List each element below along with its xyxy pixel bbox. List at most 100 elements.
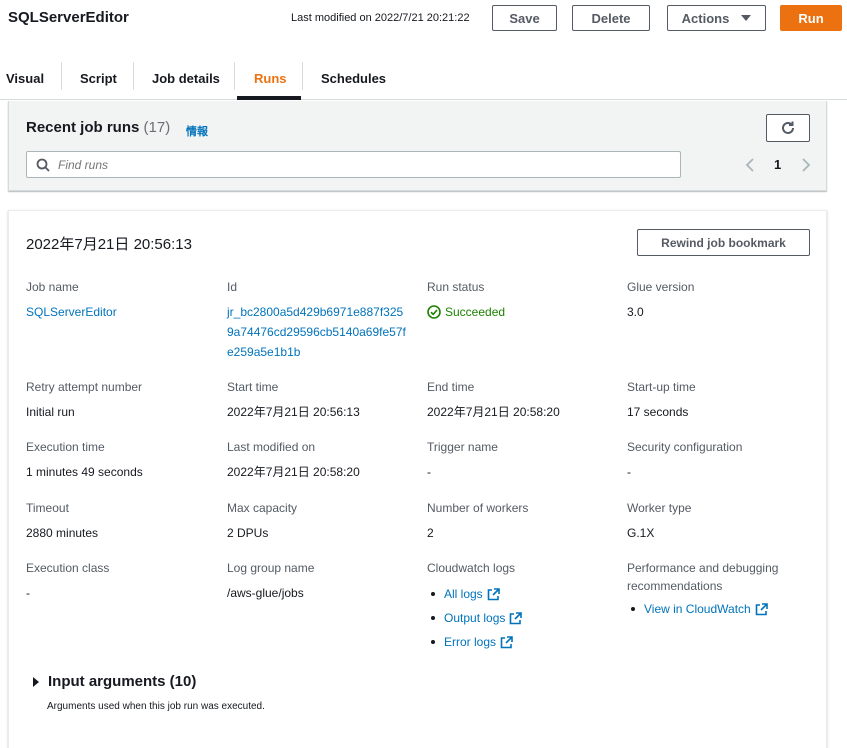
run-detail-panel: 2022年7月21日 20:56:13 Rewind job bookmark … <box>8 210 827 748</box>
field-value: - <box>427 465 431 479</box>
field-value: /aws-glue/jobs <box>227 586 304 600</box>
tab-divider <box>302 62 303 90</box>
search-input[interactable] <box>58 157 658 172</box>
field-value: 2 DPUs <box>227 526 269 540</box>
field-label: Log group name <box>227 561 315 575</box>
field-label: Max capacity <box>227 501 298 515</box>
field-value: 2022年7月21日 20:56:13 <box>227 405 360 419</box>
chevron-right-icon[interactable] <box>801 158 811 172</box>
field-cloudwatch-logs: Cloudwatch logs All logs Output logs Err… <box>427 559 617 654</box>
view-in-cloudwatch-link[interactable]: View in CloudWatch <box>627 597 807 621</box>
tab-divider <box>234 62 235 90</box>
actions-label: Actions <box>681 10 730 26</box>
view-in-cloudwatch-label[interactable]: View in CloudWatch <box>644 597 751 621</box>
field-value: 3.0 <box>627 305 644 319</box>
field-label: Start time <box>227 380 279 394</box>
run-status-value: Succeeded <box>427 302 617 322</box>
recent-runs-heading: Recent job runs <box>26 119 140 136</box>
field-trigger-name: Trigger name - <box>427 438 617 482</box>
tab-schedules[interactable]: Schedules <box>321 58 386 99</box>
input-arguments-description: Arguments used when this job run was exe… <box>47 701 265 712</box>
field-label: End time <box>427 380 475 394</box>
all-logs-label[interactable]: All logs <box>444 582 483 606</box>
field-security-config: Security configuration - <box>627 438 817 482</box>
field-label: Execution time <box>26 440 105 454</box>
tab-bar: Visual Script Job details Runs Schedules <box>0 58 847 100</box>
field-start-time: Start time 2022年7月21日 20:56:13 <box>227 378 417 422</box>
field-label: Last modified on <box>227 440 316 454</box>
field-value: 17 seconds <box>627 405 689 419</box>
save-button[interactable]: Save <box>492 5 557 31</box>
field-label: Trigger name <box>427 440 498 454</box>
field-startup-time: Start-up time 17 seconds <box>627 378 817 422</box>
output-logs-label[interactable]: Output logs <box>444 606 505 630</box>
field-label: Performance and debugging recommendation… <box>627 561 779 593</box>
page-title: SQLServerEditor <box>8 9 129 26</box>
tab-job-details[interactable]: Job details <box>152 58 220 99</box>
field-value: 2 <box>427 526 434 540</box>
run-button[interactable]: Run <box>780 5 842 31</box>
field-label: Retry attempt number <box>26 380 143 394</box>
field-run-status: Run status Succeeded <box>427 278 617 322</box>
delete-button[interactable]: Delete <box>572 5 650 31</box>
rewind-job-bookmark-button[interactable]: Rewind job bookmark <box>637 229 810 256</box>
field-execution-class: Execution class - <box>26 559 216 603</box>
field-value: 2880 minutes <box>26 526 99 540</box>
page-number[interactable]: 1 <box>774 157 781 172</box>
field-label: Timeout <box>26 501 69 515</box>
field-execution-time: Execution time 1 minutes 49 seconds <box>26 438 216 482</box>
tab-runs[interactable]: Runs <box>254 58 287 99</box>
active-tab-indicator <box>237 96 301 100</box>
field-label: Job name <box>26 280 79 294</box>
field-label: Security configuration <box>627 440 743 454</box>
error-logs-link[interactable]: Error logs <box>427 630 617 654</box>
field-last-modified: Last modified on 2022年7月21日 20:58:20 <box>227 438 417 482</box>
bullet <box>431 616 435 620</box>
last-modified-text: Last modified on 2022/7/21 20:21:22 <box>291 12 470 24</box>
tab-visual[interactable]: Visual <box>6 58 44 99</box>
field-label: Start-up time <box>627 380 696 394</box>
bullet <box>431 640 435 644</box>
field-id: Id jr_bc2800a5d429b6971e887f3259a74476cd… <box>227 278 409 362</box>
tab-divider <box>61 62 62 90</box>
error-logs-label[interactable]: Error logs <box>444 630 496 654</box>
bullet <box>631 607 635 611</box>
bullet <box>431 592 435 596</box>
input-arguments-title: Input arguments (10) <box>48 673 197 690</box>
tab-divider <box>133 62 134 90</box>
field-label: Number of workers <box>427 501 529 515</box>
job-name-link[interactable]: SQLServerEditor <box>26 302 216 322</box>
field-value: - <box>627 465 631 479</box>
tab-script[interactable]: Script <box>80 58 117 99</box>
performance-links: View in CloudWatch <box>627 597 807 621</box>
find-runs-search[interactable] <box>26 151 681 178</box>
external-link-icon <box>510 611 523 624</box>
field-value: G.1X <box>627 526 655 540</box>
refresh-button[interactable] <box>766 114 810 142</box>
field-label: Cloudwatch logs <box>427 561 516 575</box>
input-arguments-toggle[interactable]: Input arguments (10) <box>33 673 196 690</box>
cloudwatch-log-links: All logs Output logs Error logs <box>427 582 617 654</box>
field-value: 2022年7月21日 20:58:20 <box>227 465 360 479</box>
field-glue-version: Glue version 3.0 <box>627 278 817 322</box>
field-number-of-workers: Number of workers 2 <box>427 499 617 543</box>
all-logs-link[interactable]: All logs <box>427 582 617 606</box>
field-label: Worker type <box>627 501 692 515</box>
field-label: Execution class <box>26 561 110 575</box>
caret-right-icon <box>33 676 39 687</box>
recent-job-runs-panel: Recent job runs (17) 情報 1 <box>8 101 827 191</box>
header-bar: SQLServerEditor Last modified on 2022/7/… <box>0 0 847 40</box>
recent-runs-title: Recent job runs (17) <box>26 119 170 136</box>
field-worker-type: Worker type G.1X <box>627 499 817 543</box>
run-id-link[interactable]: jr_bc2800a5d429b6971e887f3259a74476cd295… <box>227 302 409 362</box>
field-job-name: Job name SQLServerEditor <box>26 278 216 322</box>
field-label: Run status <box>427 280 485 294</box>
field-value: - <box>26 586 30 600</box>
info-link[interactable]: 情報 <box>186 123 208 139</box>
field-retry-attempt: Retry attempt number Initial run <box>26 378 216 422</box>
actions-dropdown-button[interactable]: Actions <box>667 5 766 31</box>
chevron-left-icon[interactable] <box>745 158 755 172</box>
field-label: Glue version <box>627 280 695 294</box>
run-date-heading: 2022年7月21日 20:56:13 <box>26 236 192 253</box>
output-logs-link[interactable]: Output logs <box>427 606 617 630</box>
